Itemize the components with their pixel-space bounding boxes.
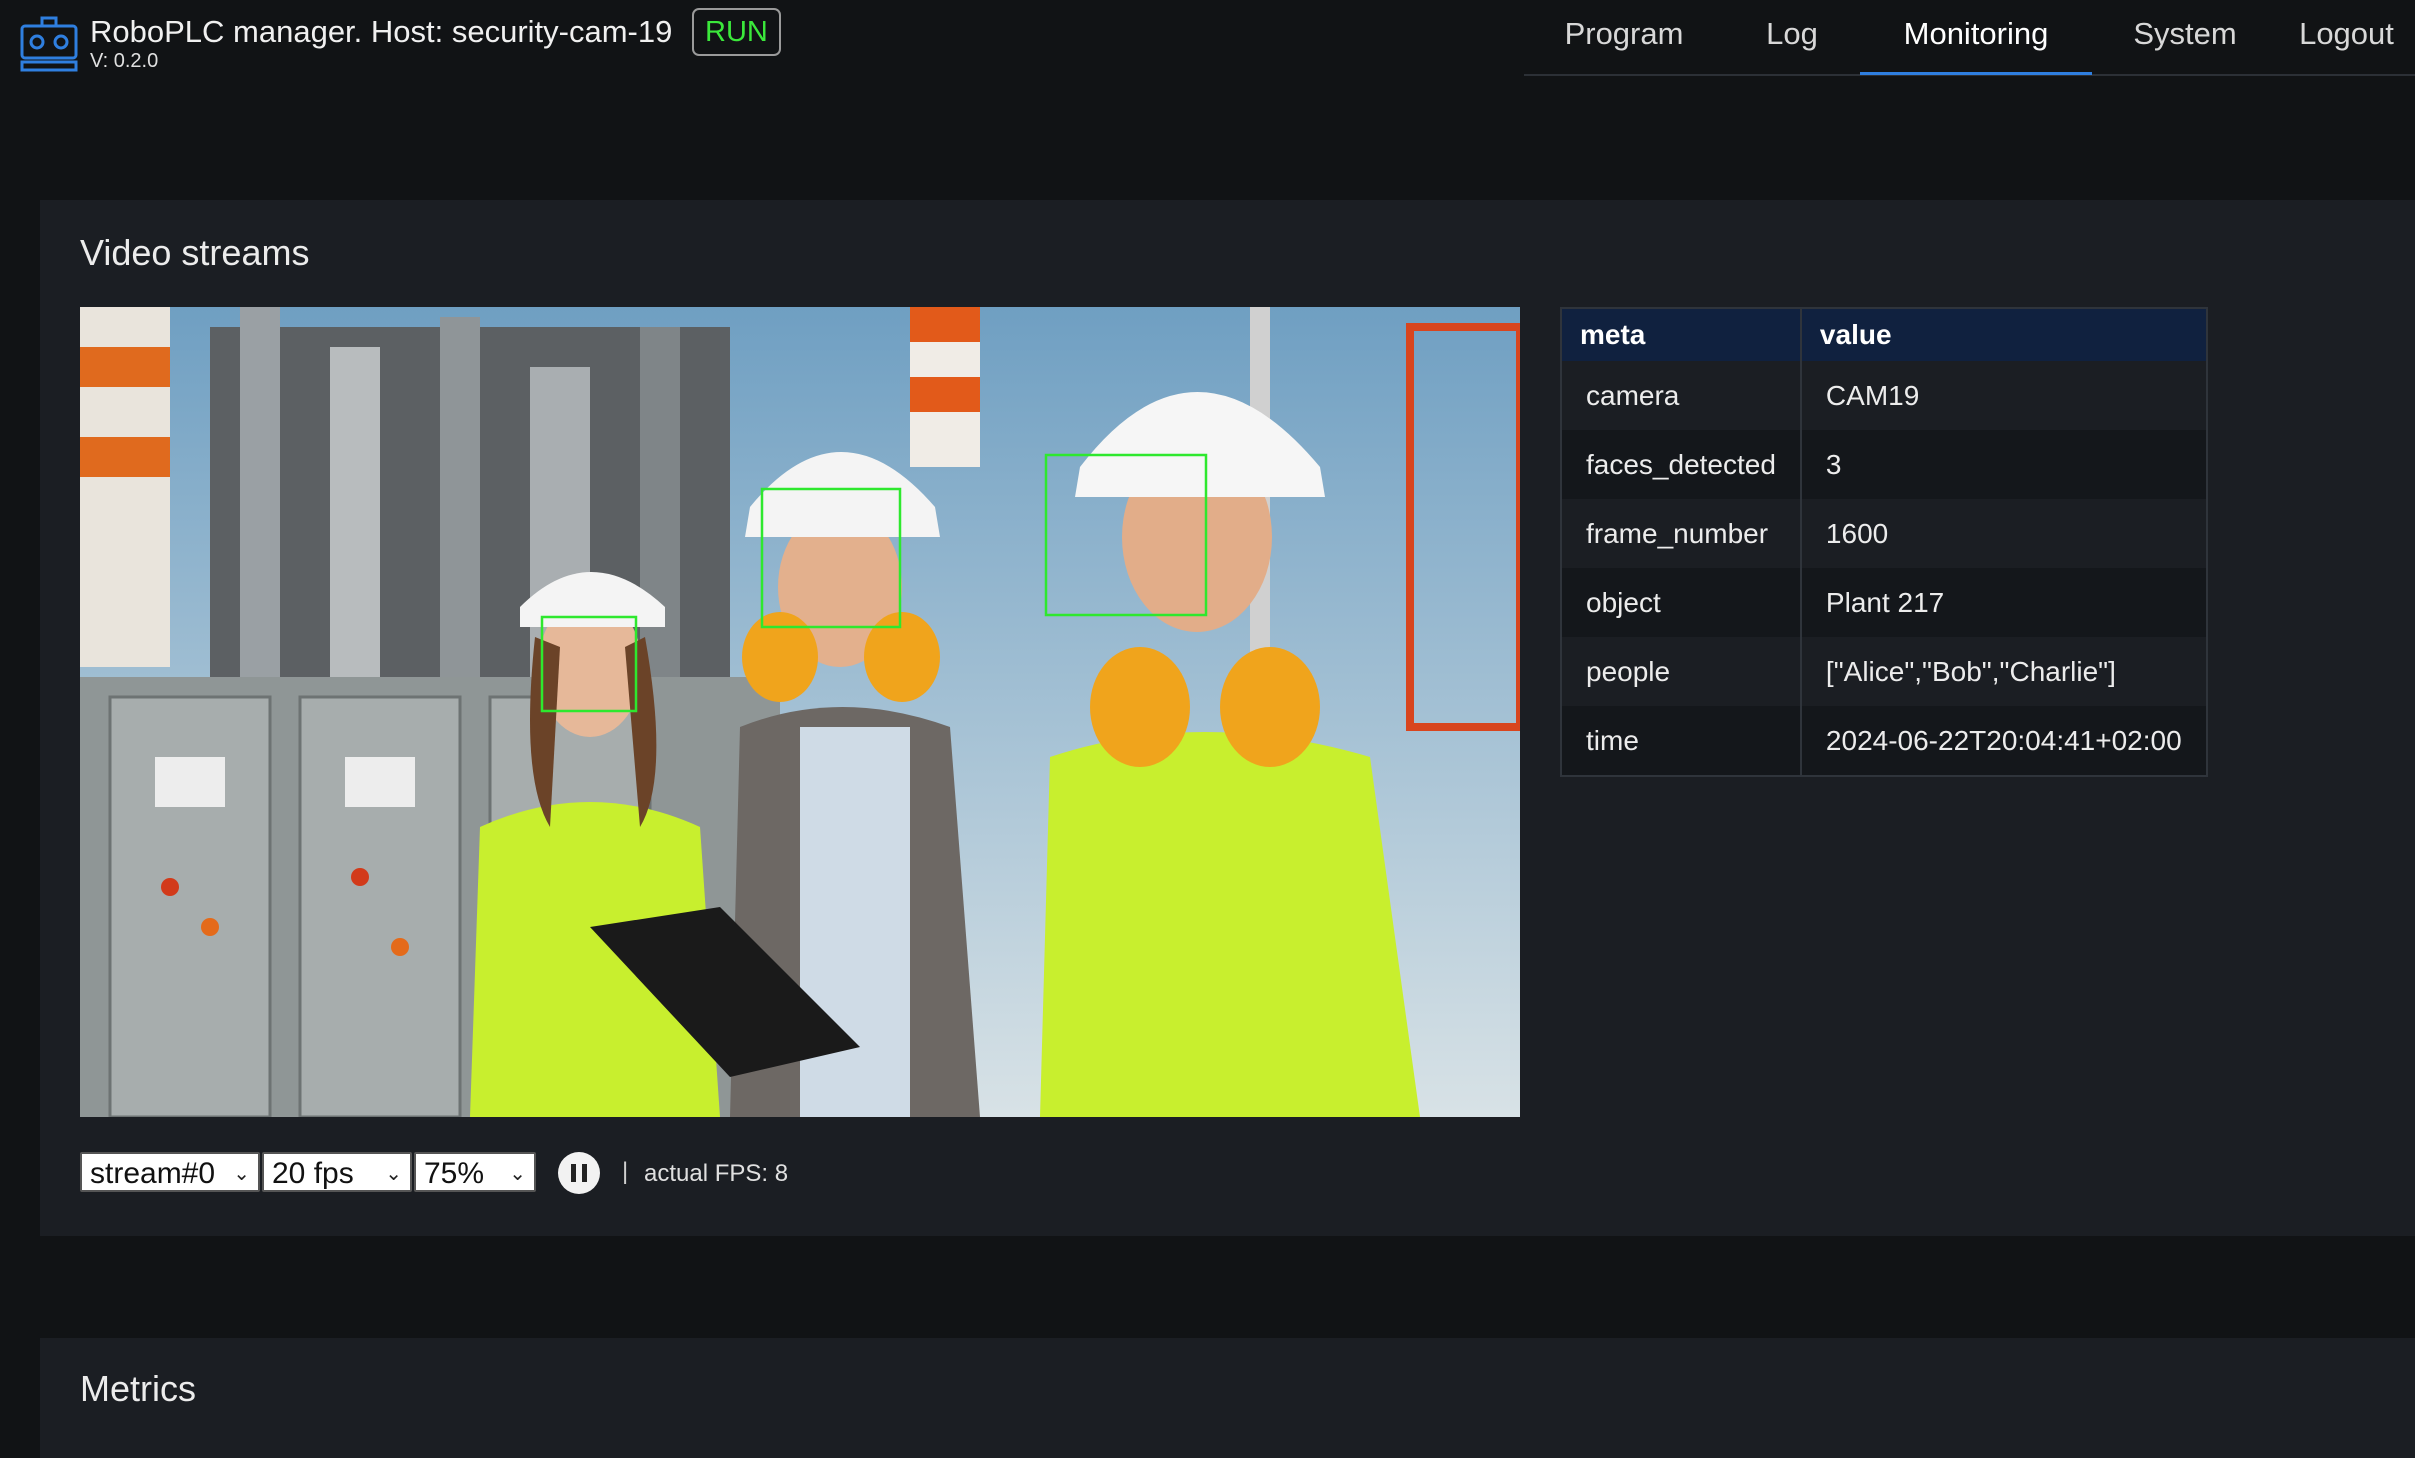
nav-system[interactable]: System (2092, 0, 2278, 72)
table-row: camera CAM19 (1561, 361, 2207, 430)
nav-log[interactable]: Log (1724, 0, 1860, 72)
meta-value: 1600 (1800, 499, 2207, 568)
stream-select[interactable]: stream#0 ⌄ (80, 1152, 260, 1192)
meta-key: time (1561, 706, 1802, 776)
metrics-title: Metrics (80, 1368, 196, 1409)
metrics-panel: Metrics (40, 1338, 2415, 1458)
table-row: faces_detected 3 (1561, 430, 2207, 499)
meta-header: meta (1561, 308, 1802, 361)
stream-select-value: stream#0 (90, 1157, 216, 1190)
fps-select-value: 20 fps (272, 1157, 354, 1190)
meta-key: frame_number (1561, 499, 1802, 568)
value-header: value (1800, 308, 2207, 361)
app-title: RoboPLC manager. Host: security-cam-19 (90, 14, 673, 49)
pause-icon (571, 1164, 576, 1182)
scale-select[interactable]: 75% ⌄ (414, 1152, 536, 1192)
meta-value: ["Alice","Bob","Charlie"] (1800, 637, 2207, 706)
chevron-down-icon: ⌄ (385, 1163, 402, 1185)
status-badge: RUN (692, 8, 781, 56)
actual-fps-label: actual FPS: 8 (644, 1160, 789, 1187)
meta-value: Plant 217 (1800, 568, 2207, 637)
meta-value: 2024-06-22T20:04:41+02:00 (1800, 706, 2207, 776)
robot-logo-icon (20, 16, 78, 72)
chevron-down-icon: ⌄ (509, 1163, 526, 1185)
table-row: frame_number 1600 (1561, 499, 2207, 568)
meta-key: object (1561, 568, 1802, 637)
app-version: V: 0.2.0 (90, 50, 159, 72)
app-header: RoboPLC manager. Host: security-cam-19 R… (0, 0, 2415, 80)
nav-monitoring[interactable]: Monitoring (1860, 0, 2092, 75)
meta-table: meta value camera CAM19 faces_detected 3… (1560, 307, 2208, 777)
scale-select-value: 75% (424, 1157, 485, 1190)
separator: | (622, 1158, 629, 1185)
nav-logout[interactable]: Logout (2278, 0, 2415, 72)
meta-key: people (1561, 637, 1802, 706)
table-row: people ["Alice","Bob","Charlie"] (1561, 637, 2207, 706)
table-row: object Plant 217 (1561, 568, 2207, 637)
main-nav: Program Log Monitoring System Logout (1524, 0, 2415, 76)
meta-value: CAM19 (1800, 361, 2207, 430)
chevron-down-icon: ⌄ (233, 1163, 250, 1185)
table-row: time 2024-06-22T20:04:41+02:00 (1561, 706, 2207, 776)
fps-select[interactable]: 20 fps ⌄ (262, 1152, 412, 1192)
nav-program[interactable]: Program (1524, 0, 1724, 72)
meta-key: faces_detected (1561, 430, 1802, 499)
meta-key: camera (1561, 361, 1802, 430)
video-streams-title: Video streams (80, 232, 310, 273)
meta-value: 3 (1800, 430, 2207, 499)
pause-button[interactable] (558, 1152, 600, 1194)
video-frame (80, 307, 1520, 1117)
